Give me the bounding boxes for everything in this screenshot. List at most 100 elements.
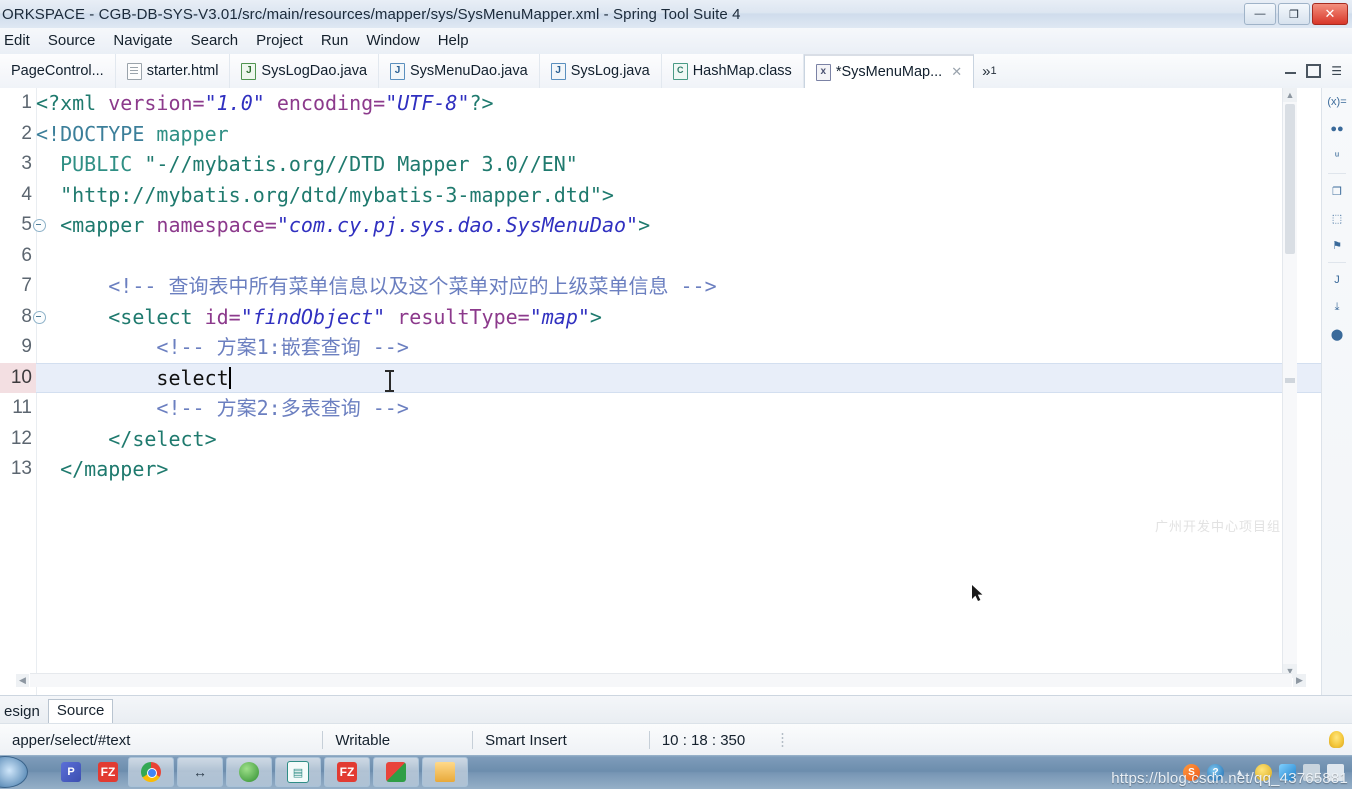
taskbar-filezilla[interactable]: FZ: [324, 757, 370, 787]
window-title: ORKSPACE - CGB-DB-SYS-V3.01/src/main/res…: [2, 5, 741, 23]
menu-item-edit[interactable]: Edit: [0, 29, 39, 53]
start-button[interactable]: [0, 756, 28, 788]
code-line-10[interactable]: select: [36, 362, 1352, 393]
scroll-left-icon[interactable]: ◀: [16, 674, 29, 687]
menu-item-window[interactable]: Window: [357, 29, 428, 53]
minimize-editor-icon[interactable]: [1285, 69, 1297, 74]
editor-tab-4[interactable]: SysLog.java: [539, 54, 662, 88]
code-token: "com.cy.pj.sys.dao.SysMenuDao": [276, 213, 639, 237]
editor-tab-label: starter.html: [146, 63, 219, 79]
tab-overflow-indicator[interactable]: » 1: [974, 54, 1004, 88]
servers-view-icon[interactable]: ❐: [1327, 181, 1347, 201]
menu-item-help[interactable]: Help: [429, 29, 478, 53]
code-token: "findObject": [240, 304, 386, 329]
code-line-1[interactable]: <?xml version="1.0" encoding="UTF-8"?>: [36, 88, 1352, 119]
editor-tab-1[interactable]: starter.html: [115, 54, 231, 88]
editor-tab-3[interactable]: SysMenuDao.java: [379, 54, 540, 88]
code-line-9[interactable]: <!-- 方案1:嵌套查询 -->: [36, 332, 1352, 363]
code-line-6[interactable]: [36, 241, 1352, 272]
editor-tab-2[interactable]: SysLogDao.java: [230, 54, 380, 88]
outline-view-icon[interactable]: ͧͧ: [1327, 146, 1347, 166]
code-line-13[interactable]: </mapper>: [36, 454, 1352, 485]
javadoc-view-icon[interactable]: J: [1327, 270, 1347, 290]
taskbar-acrobat[interactable]: [373, 757, 419, 787]
vertical-scroll-thumb[interactable]: [1285, 104, 1295, 254]
menubar: Edit Source Navigate Search Project Run Window…: [0, 28, 1352, 55]
menu-item-run[interactable]: Run: [312, 29, 358, 53]
maximize-editor-icon[interactable]: [1306, 64, 1322, 78]
code-line-3[interactable]: PUBLIC "-//mybatis.org//DTD Mapper 3.0//…: [36, 149, 1352, 180]
editor-vertical-scrollbar[interactable]: ▲ ▼: [1282, 88, 1297, 678]
problems-view-icon[interactable]: ⚑: [1327, 235, 1347, 255]
editor-horizontal-scrollbar[interactable]: ◀ ▶: [16, 673, 1306, 687]
boot-dashboard-icon[interactable]: ⬤: [1327, 324, 1347, 344]
lightbulb-icon[interactable]: [1329, 731, 1344, 748]
line-number-3: 3: [21, 153, 32, 174]
folder-icon: [435, 762, 455, 782]
taskbar-explorer[interactable]: [422, 757, 468, 787]
taskbar-unknown[interactable]: ↔: [177, 757, 223, 787]
window-titlebar: ORKSPACE - CGB-DB-SYS-V3.01/src/main/res…: [0, 0, 1352, 29]
close-button[interactable]: ✕: [1312, 3, 1348, 25]
code-token: resultType=: [385, 304, 530, 329]
code-line-2[interactable]: <!DOCTYPE mapper: [36, 119, 1352, 150]
code-line-4[interactable]: "http://mybatis.org/dtd/mybatis-3-mapper…: [36, 180, 1352, 211]
code-token: <!-- 查询表中所有菜单信息以及这个菜单对应的上级菜单信息 -->: [36, 274, 717, 298]
scroll-marker: [1285, 378, 1295, 383]
tab-close-icon[interactable]: ✕: [951, 64, 962, 80]
code-token: <!-- 方案2:多表查询 -->: [36, 396, 409, 420]
status-drag-handle[interactable]: [781, 732, 785, 748]
taskbar-editor[interactable]: ▤: [275, 757, 321, 787]
system-tray: S? ▴ https://blog.csdn.net/qq_43765881: [1111, 763, 1352, 787]
taskbar-green-app[interactable]: [226, 757, 272, 787]
code-token: <?xml: [36, 91, 109, 115]
taskbar-filezilla-pinned[interactable]: FZ: [91, 758, 125, 786]
variables-view-icon[interactable]: (x)=: [1327, 92, 1347, 112]
cursor-position-status: 10 : 18 : 350: [661, 731, 746, 749]
console-view-icon[interactable]: ⬚: [1327, 208, 1347, 228]
code-token: mapper: [156, 121, 229, 146]
view-menu-icon[interactable]: ☰: [1331, 64, 1342, 78]
dash-icon: ↔: [193, 764, 207, 780]
editor-tab-0[interactable]: PageControl...: [0, 54, 116, 88]
minimize-button[interactable]: —: [1244, 3, 1276, 25]
menu-item-search[interactable]: Search: [182, 29, 248, 53]
code-line-7[interactable]: <!-- 查询表中所有菜单信息以及这个菜单对应的上级菜单信息 -->: [36, 271, 1352, 302]
line-number-12: 12: [10, 427, 32, 449]
line-number-8: 8: [0, 302, 46, 333]
line-number-7: 7: [21, 275, 32, 296]
code-content[interactable]: <?xml version="1.0" encoding="UTF-8"?> <!…: [36, 88, 1352, 695]
scroll-up-icon[interactable]: ▲: [1283, 88, 1297, 102]
ds-tab-esign[interactable]: esign: [0, 701, 48, 723]
line-number-13: 13: [10, 458, 32, 479]
taskbar-pycharm[interactable]: P: [54, 758, 88, 786]
download-view-icon[interactable]: ⤓: [1327, 297, 1347, 317]
code-line-8[interactable]: <select id="findObject" resultType="map"…: [36, 302, 1352, 333]
code-line-11[interactable]: <!-- 方案2:多表查询 -->: [36, 393, 1352, 424]
ds-tab-source[interactable]: Source: [47, 699, 114, 723]
java-file-icon: [550, 62, 566, 80]
code-editor[interactable]: 1 2 3 4 5 6 7 8 9 10 11 12 13 <?xml version="1.0" en…: [0, 88, 1352, 695]
scroll-right-icon[interactable]: ▶: [1293, 674, 1306, 687]
code-token: >: [638, 213, 651, 237]
statusbar: apper/select/#text Writable Smart Insert…: [0, 723, 1352, 756]
editor-tab-6[interactable]: *SysMenuMap... ✕: [803, 54, 975, 88]
code-line-12[interactable]: </select>: [36, 424, 1352, 455]
code-token: <mapper: [36, 213, 157, 237]
code-token: "map": [529, 304, 590, 329]
restore-button[interactable]: ❐: [1278, 3, 1310, 25]
view-shortcut-rail: (x)= ●●ͧͧ ❐ ⬚ ⚑ J ⤓ ⬤: [1321, 88, 1352, 699]
menu-item-navigate[interactable]: Navigate: [104, 29, 181, 53]
code-line-5[interactable]: <mapper namespace="com.cy.pj.sys.dao.Sys…: [36, 210, 1352, 241]
xml-file-icon: [815, 63, 831, 81]
line-number-gutter: 1 2 3 4 5 6 7 8 9 10 11 12 13: [0, 88, 46, 695]
taskbar-chrome[interactable]: [128, 757, 174, 787]
editor-tab-label: *SysMenuMap...: [835, 64, 943, 80]
menu-item-source[interactable]: Source: [39, 29, 105, 53]
editor-tab-5[interactable]: HashMap.class: [661, 54, 804, 88]
line-number-4: 4: [21, 183, 32, 205]
menu-item-project[interactable]: Project: [247, 29, 312, 53]
html-file-icon: [126, 62, 142, 80]
breadcrumb: apper/select/#text: [12, 731, 131, 749]
breakpoints-view-icon[interactable]: ●●: [1327, 119, 1347, 139]
